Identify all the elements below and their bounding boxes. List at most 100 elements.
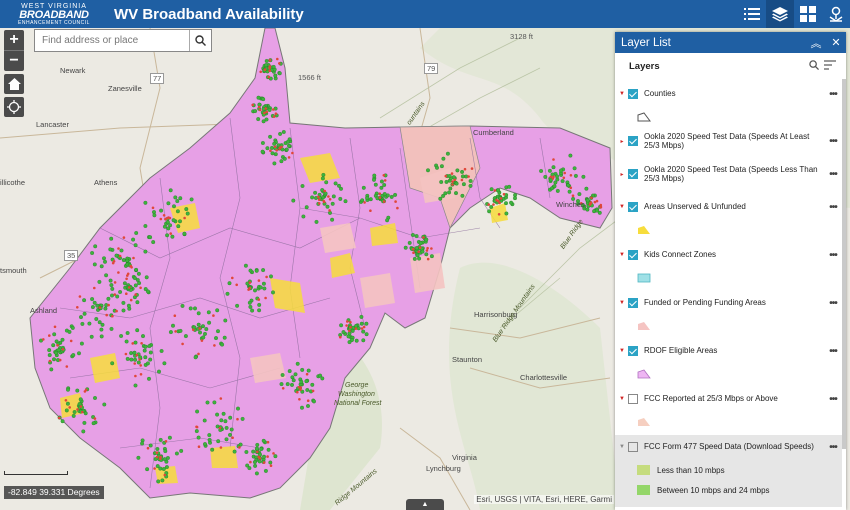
speed-test-point-low <box>268 66 272 70</box>
layer-checkbox[interactable] <box>628 169 638 179</box>
speed-test-point-ok <box>165 233 170 238</box>
collapse-caret-icon[interactable]: ▼ <box>616 204 628 210</box>
speed-test-point-ok <box>143 287 148 292</box>
more-options-icon[interactable]: ••• <box>824 442 842 453</box>
more-options-icon[interactable]: ••• <box>824 394 842 405</box>
close-panel-icon[interactable]: ✕ <box>826 36 846 49</box>
search-icon <box>195 35 206 46</box>
more-options-icon[interactable]: ••• <box>824 136 842 147</box>
speed-test-point-ok <box>91 421 96 426</box>
layers-icon[interactable] <box>766 0 794 28</box>
speed-test-point-low <box>417 250 421 254</box>
speed-test-point-low <box>251 103 254 107</box>
zoom-in-button[interactable]: + <box>4 30 24 50</box>
collapse-caret-icon[interactable]: ▼ <box>616 348 628 354</box>
more-options-icon[interactable]: ••• <box>824 202 842 213</box>
speed-test-point-low <box>263 111 266 115</box>
speed-test-point-ok <box>203 331 207 336</box>
speed-test-point-ok <box>373 182 378 187</box>
speed-test-point-low <box>111 261 115 265</box>
search-input[interactable] <box>35 30 189 51</box>
speed-test-point-ok <box>385 218 390 223</box>
speed-test-point-ok <box>135 300 140 305</box>
speed-test-point-ok <box>216 439 221 444</box>
speed-test-point-ok <box>109 326 114 331</box>
locate-button[interactable] <box>4 97 24 117</box>
speed-test-point-ok <box>156 479 161 484</box>
speed-test-point-low <box>451 183 454 186</box>
speed-test-point-ok <box>412 256 417 261</box>
speed-test-point-low <box>349 320 352 324</box>
speed-test-point-ok <box>143 249 148 254</box>
layer-checkbox[interactable] <box>628 136 638 146</box>
layer-item-ookla-slow[interactable]: ▸ Ookla 2020 Speed Test Data (Speeds Les… <box>615 164 842 194</box>
layer-item-funded[interactable]: ▼ Funded or Pending Funding Areas ••• <box>615 296 842 340</box>
speed-test-point-low <box>451 180 454 183</box>
home-button[interactable] <box>4 74 24 94</box>
attribute-table-toggle[interactable]: ▲ <box>406 499 444 510</box>
layer-item-fcc-25-3[interactable]: ▼ FCC Reported at 25/3 Mbps or Above ••• <box>615 392 842 436</box>
expand-caret-icon[interactable]: ▸ <box>616 138 628 145</box>
speed-test-point-low <box>276 57 279 61</box>
layer-checkbox[interactable] <box>628 346 638 356</box>
collapse-panel-icon[interactable]: ︽ <box>806 35 826 51</box>
speed-test-point-ok <box>207 320 212 325</box>
expand-caret-icon[interactable]: ▸ <box>616 171 628 178</box>
counties-swatch-icon <box>637 112 651 122</box>
pin-icon[interactable] <box>822 0 850 28</box>
speed-test-point-low <box>470 167 474 170</box>
speed-test-point-low <box>322 200 326 204</box>
layer-checkbox[interactable] <box>628 442 638 452</box>
more-options-icon[interactable]: ••• <box>824 169 842 180</box>
basemap-gallery-icon[interactable] <box>794 0 822 28</box>
layer-checkbox[interactable] <box>628 202 638 212</box>
layer-checkbox[interactable] <box>628 89 638 99</box>
search-button[interactable] <box>189 30 211 51</box>
speed-test-point-ok <box>207 433 212 438</box>
speed-test-point-ok <box>92 300 97 305</box>
more-options-icon[interactable]: ••• <box>824 298 842 309</box>
zoom-out-button[interactable]: − <box>4 51 24 71</box>
speed-test-point-low <box>181 342 184 346</box>
more-options-icon[interactable]: ••• <box>824 250 842 261</box>
layer-item-rdof[interactable]: ▼ RDOF Eligible Areas ••• <box>615 344 842 388</box>
speed-test-point-ok <box>417 256 422 261</box>
more-options-icon[interactable]: ••• <box>824 346 842 357</box>
search-layers-icon[interactable] <box>806 59 822 73</box>
speed-test-point-ok <box>260 149 265 154</box>
speed-test-point-ok <box>215 412 220 417</box>
app-header: WEST VIRGINIA BROADBAND ENHANCEMENT COUN… <box>0 0 850 28</box>
layer-checkbox[interactable] <box>628 250 638 260</box>
speed-test-point-low <box>129 264 133 268</box>
speed-test-point-low <box>76 306 79 309</box>
speed-test-point-ok <box>196 435 201 440</box>
layer-options-icon[interactable] <box>822 59 838 73</box>
speed-test-point-ok <box>196 311 201 316</box>
speed-test-point-ok <box>341 330 346 335</box>
layer-item-kids-connect[interactable]: ▼ Kids Connect Zones ••• <box>615 248 842 292</box>
speed-test-point-low <box>426 257 430 261</box>
speed-test-point-ok <box>70 325 75 330</box>
more-options-icon[interactable]: ••• <box>824 89 842 100</box>
collapse-caret-icon[interactable]: ▼ <box>616 91 628 97</box>
collapse-caret-icon[interactable]: ▼ <box>616 444 628 450</box>
collapse-caret-icon[interactable]: ▼ <box>616 252 628 258</box>
speed-test-point-ok <box>468 179 473 183</box>
speed-test-point-ok <box>165 220 170 225</box>
collapse-caret-icon[interactable]: ▼ <box>616 396 628 402</box>
speed-test-point-ok <box>325 204 330 209</box>
speed-test-point-ok <box>228 415 233 420</box>
legend-list-icon[interactable] <box>738 0 766 28</box>
collapse-caret-icon[interactable]: ▼ <box>616 300 628 306</box>
layer-item-unserved[interactable]: ▼ Areas Unserved & Unfunded ••• <box>615 200 842 244</box>
layer-item-counties[interactable]: ▼ Counties ••• <box>615 87 842 127</box>
speed-test-point-ok <box>102 256 106 261</box>
speed-test-point-ok <box>51 343 56 348</box>
speed-test-point-ok <box>145 467 150 472</box>
layer-checkbox[interactable] <box>628 394 638 404</box>
layer-checkbox[interactable] <box>628 298 638 308</box>
panel-scrollbar[interactable] <box>842 79 846 449</box>
layer-item-ookla-fast[interactable]: ▸ Ookla 2020 Speed Test Data (Speeds At … <box>615 131 842 161</box>
speed-test-point-ok <box>301 214 306 219</box>
speed-test-point-low <box>552 158 555 161</box>
